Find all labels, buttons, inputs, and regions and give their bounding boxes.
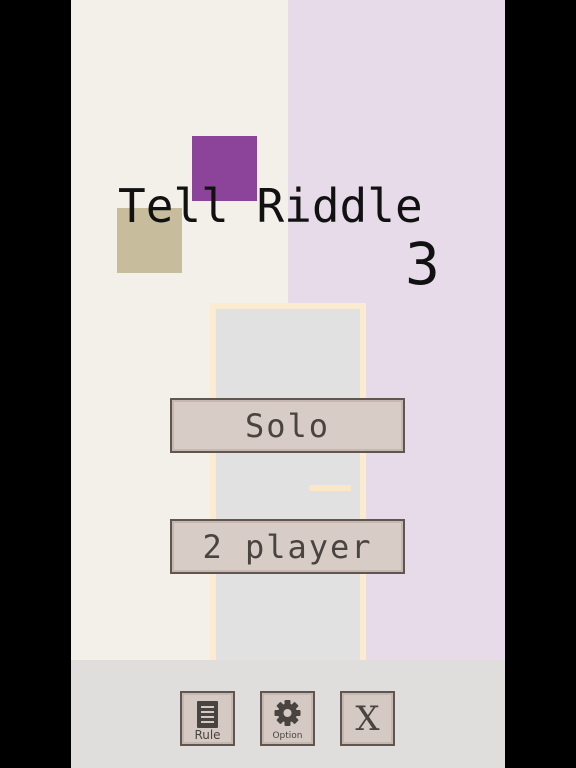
game-title-number: 3 xyxy=(405,230,440,298)
door-handle xyxy=(309,485,351,491)
two-player-button-label: 2 player xyxy=(202,527,373,566)
game-area: Tell Riddle 3 Solo 2 player Rule Option … xyxy=(71,0,505,768)
solo-button[interactable]: Solo xyxy=(170,398,405,453)
close-button[interactable]: X xyxy=(340,691,395,746)
door xyxy=(210,303,366,660)
screen: Tell Riddle 3 Solo 2 player Rule Option … xyxy=(0,0,576,768)
option-button[interactable]: Option xyxy=(260,691,315,746)
rule-label: Rule xyxy=(194,728,221,742)
game-title: Tell Riddle xyxy=(118,179,423,233)
option-label: Option xyxy=(272,731,303,741)
rule-button[interactable]: Rule xyxy=(180,691,235,746)
two-player-button[interactable]: 2 player xyxy=(170,519,405,574)
close-icon: X xyxy=(355,698,380,739)
solo-button-label: Solo xyxy=(244,406,331,445)
